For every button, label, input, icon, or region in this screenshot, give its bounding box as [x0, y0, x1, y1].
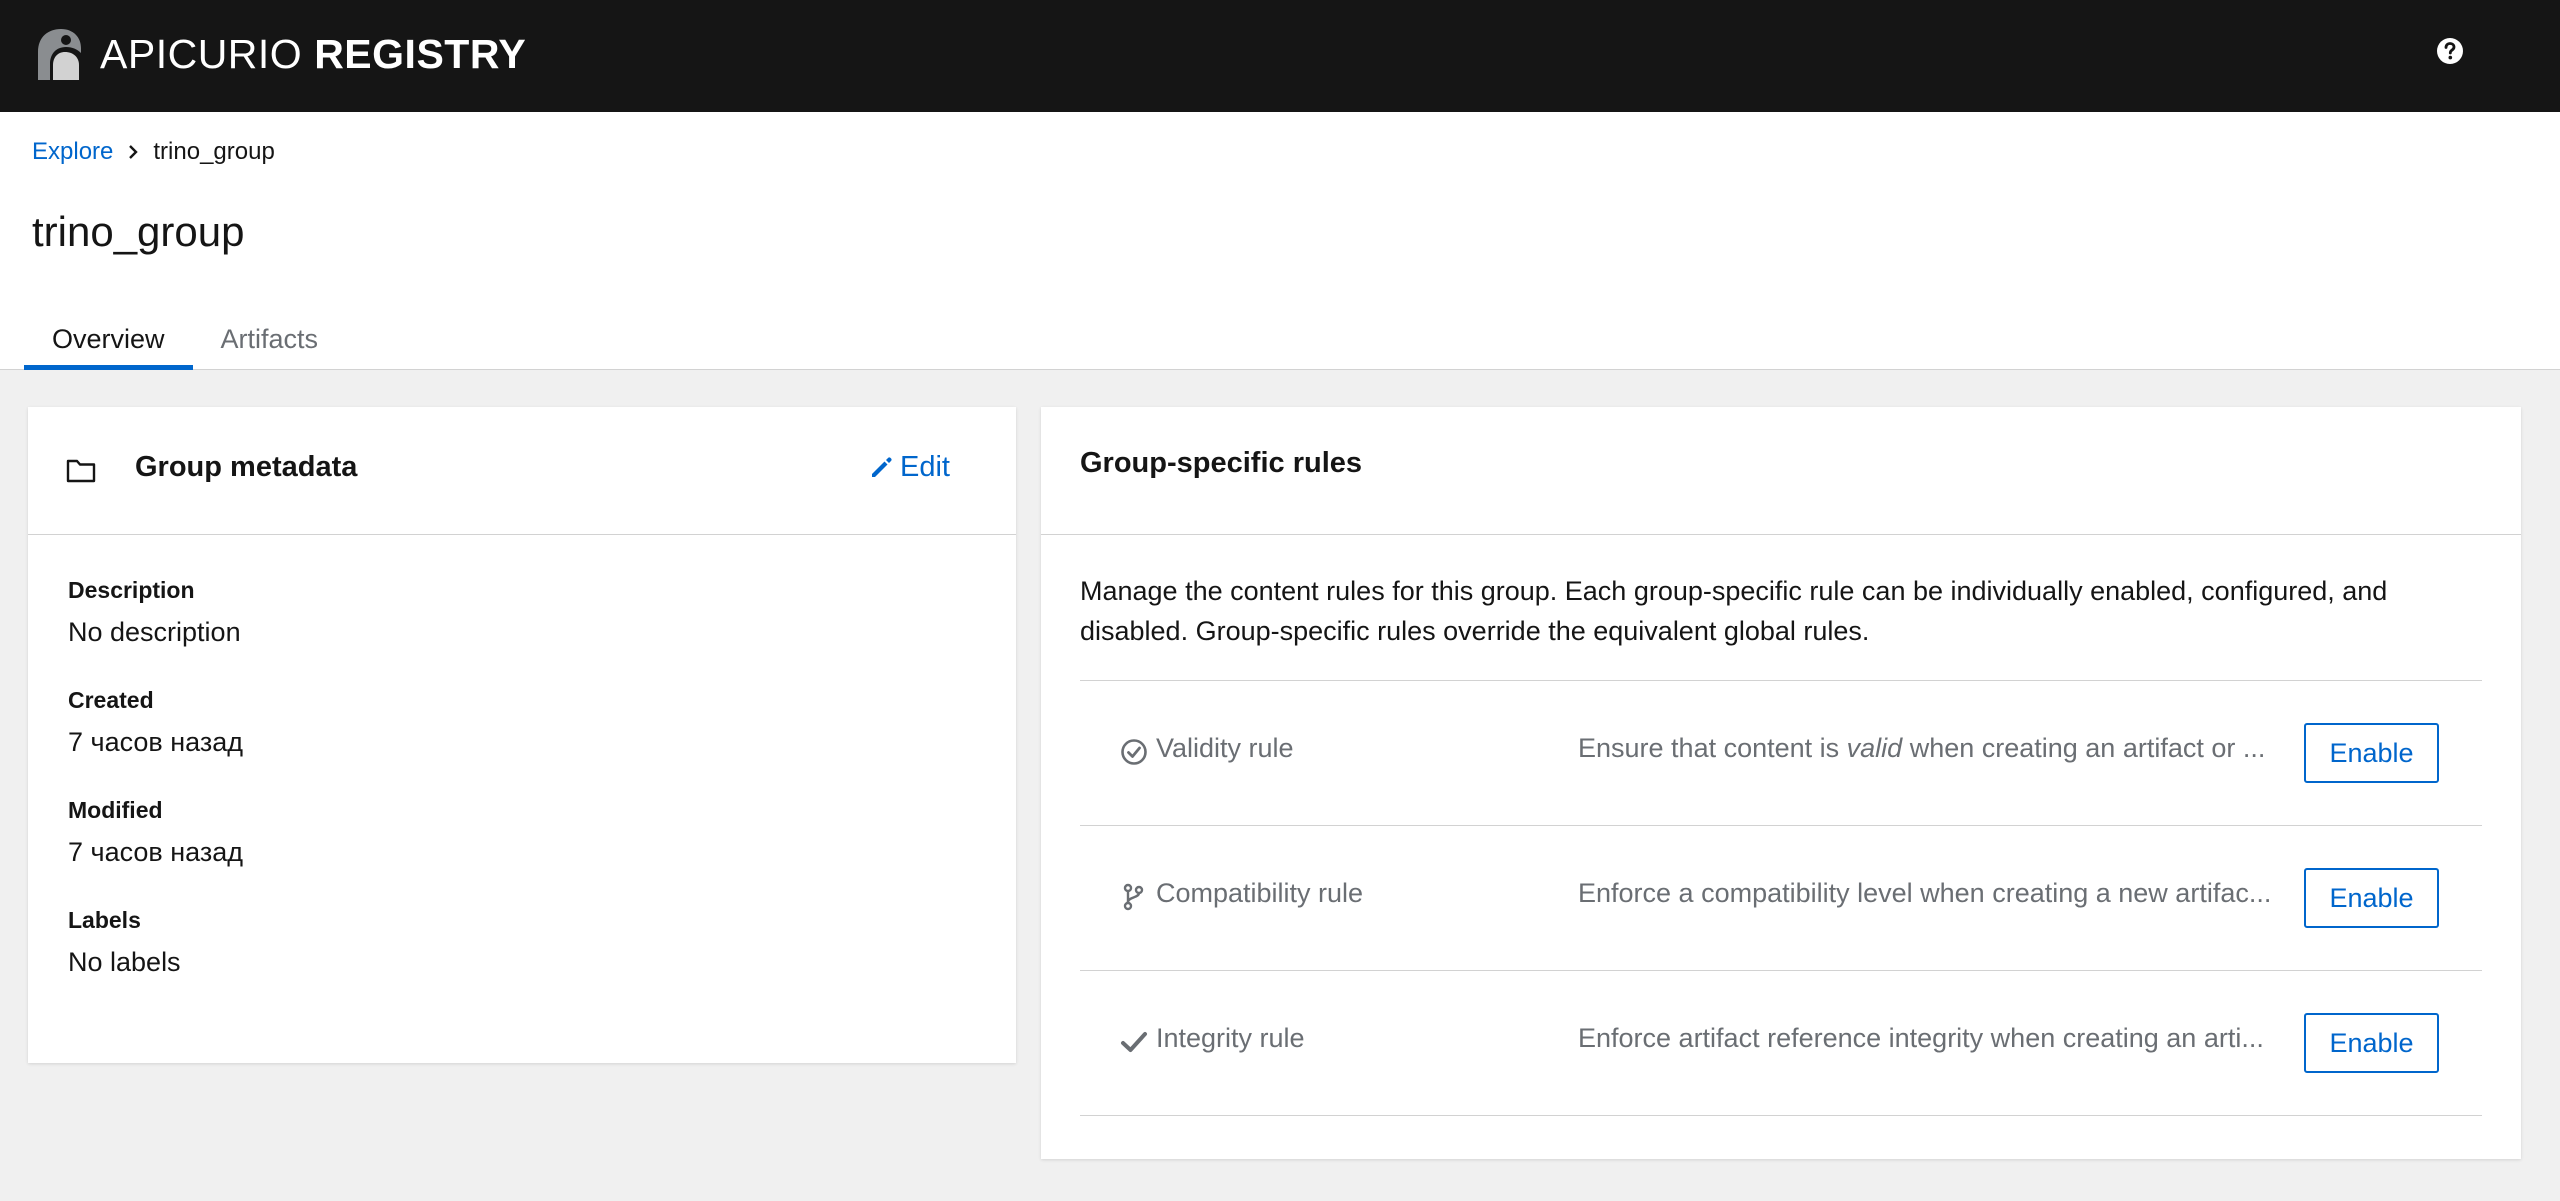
tab-artifacts[interactable]: Artifacts [193, 308, 347, 370]
modified-value: 7 часов назад [68, 837, 244, 867]
page-header: Explore trino_group trino_group Overview… [0, 112, 2560, 370]
card-header: Group-specific rules [1041, 407, 2521, 535]
created-term: Created [68, 687, 154, 713]
group-metadata-card: Group metadata Edit Description No descr… [28, 407, 1016, 1063]
card-title: Group metadata [135, 451, 358, 483]
rule-name: Integrity rule [1156, 1023, 1305, 1053]
breadcrumb-current: trino_group [153, 138, 275, 165]
page-title: trino_group [32, 208, 245, 255]
check-circle-icon [1121, 739, 1147, 765]
created-value: 7 часов назад [68, 727, 244, 757]
breadcrumb: Explore trino_group [32, 136, 275, 168]
brand[interactable]: APICURIO REGISTRY [32, 24, 526, 84]
brand-name-light: APICURIO [100, 30, 303, 77]
rule-row-integrity: Integrity rule Enforce artifact referenc… [1080, 971, 2482, 1116]
rule-row-compatibility: Compatibility rule Enforce a compatibili… [1080, 826, 2482, 971]
rule-description-rest: when creating an artifact or ... [1902, 733, 2266, 763]
brand-name: APICURIO REGISTRY [100, 31, 526, 78]
enable-validity-rule-button[interactable]: Enable [2304, 723, 2439, 783]
rule-name: Compatibility rule [1156, 878, 1364, 908]
check-icon [1121, 1032, 1147, 1052]
enable-compatibility-rule-button[interactable]: Enable [2304, 868, 2439, 928]
description-term: Description [68, 577, 195, 603]
rule-description: Ensure that content is valid when creati… [1578, 733, 2278, 764]
metadata-list: Description No description Created 7 час… [68, 575, 243, 1015]
labels-term: Labels [68, 907, 141, 933]
group-rules-card: Group-specific rules Manage the content … [1041, 407, 2521, 1159]
description-value: No description [68, 617, 241, 647]
enable-integrity-rule-button[interactable]: Enable [2304, 1013, 2439, 1073]
tab-overview[interactable]: Overview [24, 308, 193, 370]
rules-description: Manage the content rules for this group.… [1080, 576, 2388, 646]
folder-icon [66, 459, 96, 483]
rule-description-text: Enforce a compatibility level when creat… [1578, 878, 2272, 908]
brand-name-bold: REGISTRY [314, 30, 527, 77]
rule-description-text: Enforce artifact reference integrity whe… [1578, 1023, 2264, 1053]
rule-row-validity: Validity rule Ensure that content is val… [1080, 681, 2482, 826]
rule-description: Enforce a compatibility level when creat… [1578, 878, 2278, 909]
card-title: Group-specific rules [1080, 447, 1363, 479]
apicurio-logo-icon [38, 29, 81, 80]
edit-label: Edit [900, 451, 950, 483]
pencil-icon [872, 456, 892, 477]
rule-description-emphasis: valid [1846, 733, 1903, 763]
tabs: Overview Artifacts [24, 308, 346, 370]
masthead: APICURIO REGISTRY [0, 0, 2560, 112]
chevron-right-icon [113, 136, 153, 168]
rule-description-text: Ensure that content is [1578, 733, 1847, 763]
breadcrumb-explore-link[interactable]: Explore [32, 138, 113, 166]
card-header: Group metadata Edit [28, 407, 1016, 535]
modified-term: Modified [68, 797, 163, 823]
code-branch-icon [1123, 883, 1144, 911]
rules-list: Validity rule Ensure that content is val… [1080, 680, 2482, 1116]
rule-description: Enforce artifact reference integrity whe… [1578, 1023, 2278, 1054]
edit-metadata-button[interactable]: Edit [868, 451, 950, 484]
labels-value: No labels [68, 947, 181, 977]
rule-name: Validity rule [1156, 733, 1294, 763]
question-circle-icon[interactable] [2436, 37, 2464, 65]
